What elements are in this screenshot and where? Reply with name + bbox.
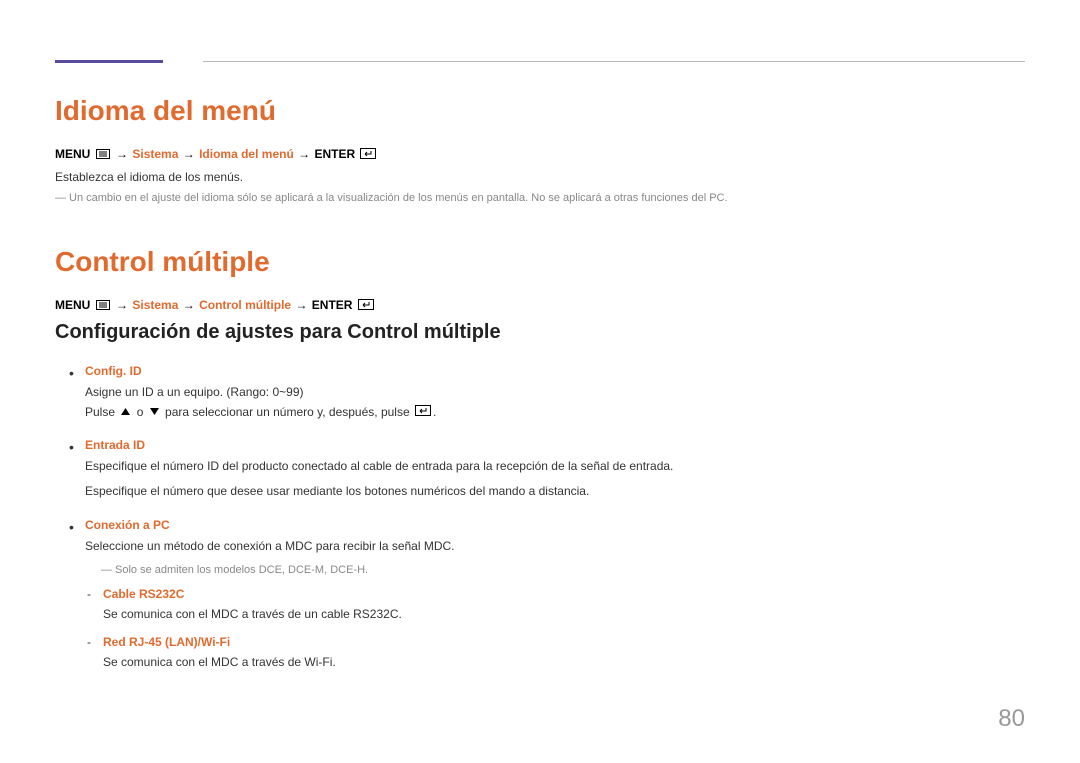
nav-arrow: → xyxy=(298,147,310,161)
nav-sistema: Sistema xyxy=(132,298,178,312)
item-text: Pulse o para seleccionar un número y, de… xyxy=(85,403,1025,422)
nav-menu: MENU xyxy=(55,147,90,161)
sub-item-rj45-wifi: Red RJ-45 (LAN)/Wi-Fi Se comunica con el… xyxy=(85,633,1025,671)
header-rule xyxy=(55,60,1025,63)
note-idioma: Un cambio en el ajuste del idioma sólo s… xyxy=(55,190,1025,207)
enter-icon xyxy=(415,403,431,422)
nav-arrow: → xyxy=(116,298,128,312)
nav-control: Control múltiple xyxy=(199,298,291,312)
list-item-conexion-pc: Conexión a PC Seleccione un método de co… xyxy=(55,516,1025,672)
sub-text: Se comunica con el MDC a través de Wi-Fi… xyxy=(103,653,1025,671)
page-number: 80 xyxy=(998,705,1025,733)
nav-arrow: → xyxy=(183,147,195,161)
heading-control: Control múltiple xyxy=(55,246,1025,278)
nav-path-idioma: MENU → Sistema → Idioma del menú → ENTER xyxy=(55,147,1025,162)
item-title: Config. ID xyxy=(85,362,1025,381)
sub-title: Cable RS232C xyxy=(103,585,1025,603)
rule-accent xyxy=(55,60,163,63)
rule-divider xyxy=(203,61,1025,62)
subheading-config: Configuración de ajustes para Control mú… xyxy=(55,321,1025,344)
menu-icon xyxy=(96,299,110,313)
nav-arrow: → xyxy=(295,298,307,312)
nav-arrow: → xyxy=(116,147,128,161)
sub-title: Red RJ-45 (LAN)/Wi-Fi xyxy=(103,633,1025,651)
item-text: Especifique el número que desee usar med… xyxy=(85,482,1025,501)
sub-text: Se comunica con el MDC a través de un ca… xyxy=(103,605,1025,623)
item-title: Entrada ID xyxy=(85,436,1025,455)
enter-icon xyxy=(358,299,374,313)
item-text: Seleccione un método de conexión a MDC p… xyxy=(85,537,1025,556)
up-icon xyxy=(120,403,131,422)
item-text: Especifique el número ID del producto co… xyxy=(85,457,1025,476)
menu-icon xyxy=(96,148,110,162)
heading-idioma: Idioma del menú xyxy=(55,95,1025,127)
config-list: Config. ID Asigne un ID a un equipo. (Ra… xyxy=(55,362,1025,671)
nav-sistema: Sistema xyxy=(132,147,178,161)
list-item-config-id: Config. ID Asigne un ID a un equipo. (Ra… xyxy=(55,362,1025,422)
nav-enter: ENTER xyxy=(314,147,355,161)
item-note: Solo se admiten los modelos DCE, DCE-M, … xyxy=(85,562,1025,580)
list-item-entrada-id: Entrada ID Especifique el número ID del … xyxy=(55,436,1025,502)
sub-item-rs232c: Cable RS232C Se comunica con el MDC a tr… xyxy=(85,585,1025,623)
item-text: Asigne un ID a un equipo. (Rango: 0~99) xyxy=(85,383,1025,402)
desc-idioma: Establezca el idioma de los menús. xyxy=(55,170,1025,184)
nav-arrow: → xyxy=(183,298,195,312)
nav-idioma: Idioma del menú xyxy=(199,147,294,161)
nav-menu: MENU xyxy=(55,298,90,312)
nav-path-control: MENU → Sistema → Control múltiple → ENTE… xyxy=(55,298,1025,313)
down-icon xyxy=(149,403,160,422)
enter-icon xyxy=(360,148,376,162)
item-title: Conexión a PC xyxy=(85,516,1025,535)
document-page: Idioma del menú MENU → Sistema → Idioma … xyxy=(0,0,1080,725)
nav-enter: ENTER xyxy=(312,298,353,312)
sub-list: Cable RS232C Se comunica con el MDC a tr… xyxy=(85,585,1025,671)
